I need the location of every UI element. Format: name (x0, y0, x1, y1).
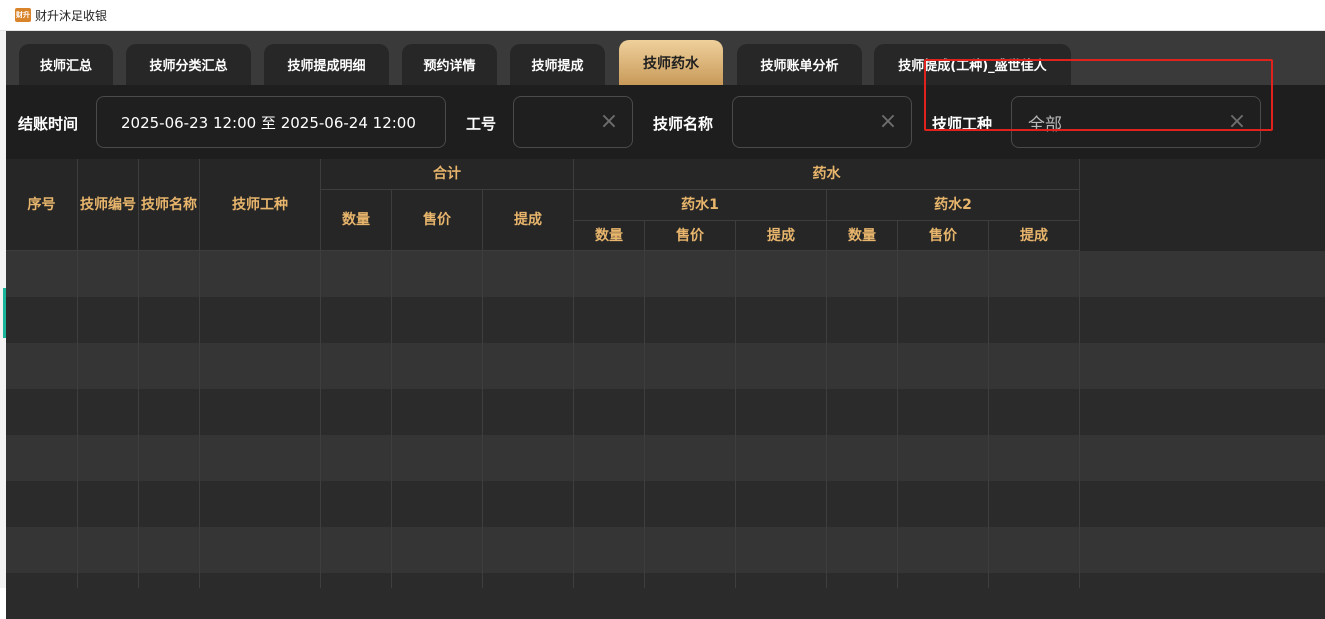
col-header-seq[interactable]: 序号 (6, 159, 78, 251)
tab-tech-commission[interactable]: 技师提成 (510, 44, 605, 85)
table-row[interactable] (6, 343, 1325, 389)
group-header-total: 合计 (321, 159, 574, 190)
table-row[interactable] (6, 251, 1325, 297)
group-header-potion2: 药水2 (827, 190, 1080, 221)
col-header-potion1-commission[interactable]: 提成 (736, 221, 827, 251)
window-title: 财升沐足收银 (35, 8, 108, 23)
potion-table: 序号 技师编号 技师名称 技师工种 合计 数量 售价 提成 药水 药水1 药水2… (6, 159, 1325, 619)
tab-tech-bill-analysis[interactable]: 技师账单分析 (737, 44, 862, 85)
clear-icon[interactable]: × (877, 111, 899, 133)
tab-tech-potion[interactable]: 技师药水 (619, 40, 723, 85)
group-header-potion1: 药水1 (574, 190, 827, 221)
table-row[interactable] (6, 389, 1325, 435)
col-header-potion2-qty[interactable]: 数量 (827, 221, 898, 251)
col-header-potion1-qty[interactable]: 数量 (574, 221, 645, 251)
col-header-total-price[interactable]: 售价 (392, 190, 483, 251)
employee-id-input[interactable]: × (513, 96, 633, 148)
app-logo-icon: 财升 (15, 8, 31, 22)
col-header-tech-name[interactable]: 技师名称 (139, 159, 200, 251)
col-header-total-qty[interactable]: 数量 (321, 190, 392, 251)
col-header-potion1-price[interactable]: 售价 (645, 221, 736, 251)
col-header-tech-type[interactable]: 技师工种 (200, 159, 321, 251)
tab-tech-category-summary[interactable]: 技师分类汇总 (126, 44, 251, 85)
checkout-time-label: 结账时间 (18, 115, 79, 133)
table-row[interactable] (6, 481, 1325, 527)
tech-name-label: 技师名称 (653, 115, 714, 133)
group-header-potion: 药水 (574, 159, 1080, 190)
tab-booking-detail[interactable]: 预约详情 (402, 44, 497, 85)
clear-icon[interactable]: × (598, 111, 620, 133)
tab-tech-commission-detail[interactable]: 技师提成明细 (264, 44, 389, 85)
col-header-tech-code[interactable]: 技师编号 (78, 159, 139, 251)
tech-name-input[interactable]: × (732, 96, 912, 148)
employee-id-label: 工号 (466, 115, 497, 133)
col-header-potion2-commission[interactable]: 提成 (989, 221, 1080, 251)
table-row[interactable] (6, 573, 1325, 619)
tech-type-highlight-box (924, 59, 1273, 131)
table-row[interactable] (6, 297, 1325, 343)
col-header-total-commission[interactable]: 提成 (483, 190, 574, 251)
table-row[interactable] (6, 435, 1325, 481)
checkout-time-range[interactable]: 2025-06-23 12:00 至 2025-06-24 12:00 (96, 96, 446, 148)
window-titlebar: 财升 财升沐足收银 (0, 0, 1325, 31)
table-row[interactable] (6, 527, 1325, 573)
col-header-potion2-price[interactable]: 售价 (898, 221, 989, 251)
tab-tech-summary[interactable]: 技师汇总 (19, 44, 113, 85)
checkout-time-value: 2025-06-23 12:00 至 2025-06-24 12:00 (121, 113, 416, 132)
